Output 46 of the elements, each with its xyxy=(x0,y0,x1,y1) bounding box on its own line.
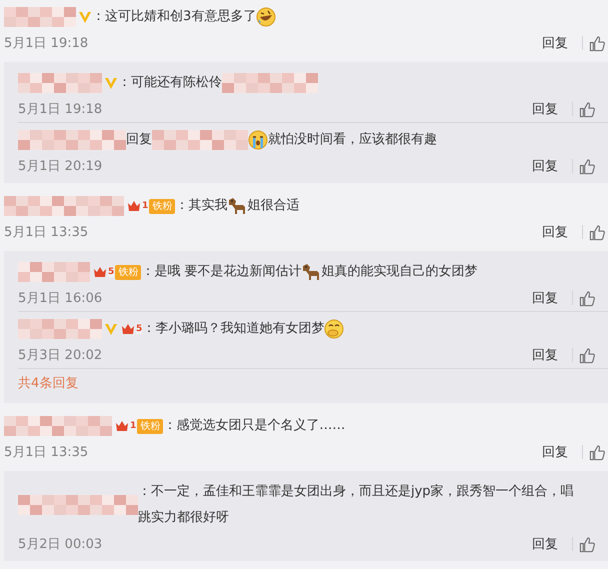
reply-button[interactable]: 回复 xyxy=(532,535,558,553)
comment-text: ：不一定，孟佳和王霏霏是女团出身，而且还是jyp家，跟秀智一个组合，唱跳实力都很好呀 xyxy=(138,483,575,527)
comment-text: 回复 xyxy=(126,131,152,149)
reply-button[interactable]: 回复 xyxy=(542,34,568,52)
like-icon[interactable] xyxy=(589,34,606,52)
comment-date: 5月1日 19:18 xyxy=(18,101,104,118)
like-icon[interactable] xyxy=(579,290,596,306)
like-icon[interactable] xyxy=(579,536,596,552)
comment-date: 5月1日 13:35 xyxy=(4,444,90,461)
like-icon[interactable] xyxy=(579,346,596,364)
like-icon[interactable] xyxy=(589,444,606,460)
comment-date: 5月1日 16:06 xyxy=(18,290,104,307)
reply-button[interactable]: 回复 xyxy=(542,443,568,461)
verified-icon xyxy=(104,76,118,90)
laughing-face-icon xyxy=(256,7,276,27)
hand-over-mouth-face-icon xyxy=(324,319,344,339)
comment-text: 姐真的能实现自己的女团梦 xyxy=(321,263,478,281)
crying-face-icon xyxy=(248,130,268,150)
blurred-username xyxy=(4,7,76,27)
comment-text: ：是哦 要不是花边新闻估计 xyxy=(141,263,302,281)
comment-date: 5月3日 20:02 xyxy=(18,347,104,364)
comment-text: 就怕没时间看，应该都很有趣 xyxy=(268,131,437,149)
reply-button[interactable]: 回复 xyxy=(532,157,558,175)
comment-text: ：其实我 xyxy=(175,197,228,215)
reply-button[interactable]: 回复 xyxy=(532,289,558,307)
blurred-username xyxy=(18,262,90,282)
comment-text: ：这可比婧和创3有意思多了 xyxy=(92,8,256,26)
verified-icon xyxy=(104,322,118,336)
reply-button[interactable]: 回复 xyxy=(532,346,558,364)
comment-text: ：感觉选女团只是个名义了…… xyxy=(163,417,346,435)
comment-text: 姐很合适 xyxy=(247,197,300,215)
comment-date: 5月1日 19:18 xyxy=(4,35,90,52)
dog-icon xyxy=(227,196,248,216)
fan-badge: 5 xyxy=(121,321,142,337)
comment-text: ：可能还有陈松伶 xyxy=(118,74,222,92)
like-icon[interactable] xyxy=(589,224,606,240)
comment-date: 5月1日 13:35 xyxy=(4,224,90,241)
comment-date: 5月2日 00:03 xyxy=(18,536,104,553)
comment-text: ：李小璐吗？我知道她有女团梦 xyxy=(142,320,324,338)
comment-date: 5月1日 20:19 xyxy=(18,158,104,175)
dog-icon xyxy=(301,262,322,282)
like-icon[interactable] xyxy=(579,100,596,118)
verified-icon xyxy=(78,10,92,24)
like-icon[interactable] xyxy=(579,158,596,174)
reply-button[interactable]: 回复 xyxy=(532,100,558,118)
reply-button[interactable]: 回复 xyxy=(542,223,568,241)
